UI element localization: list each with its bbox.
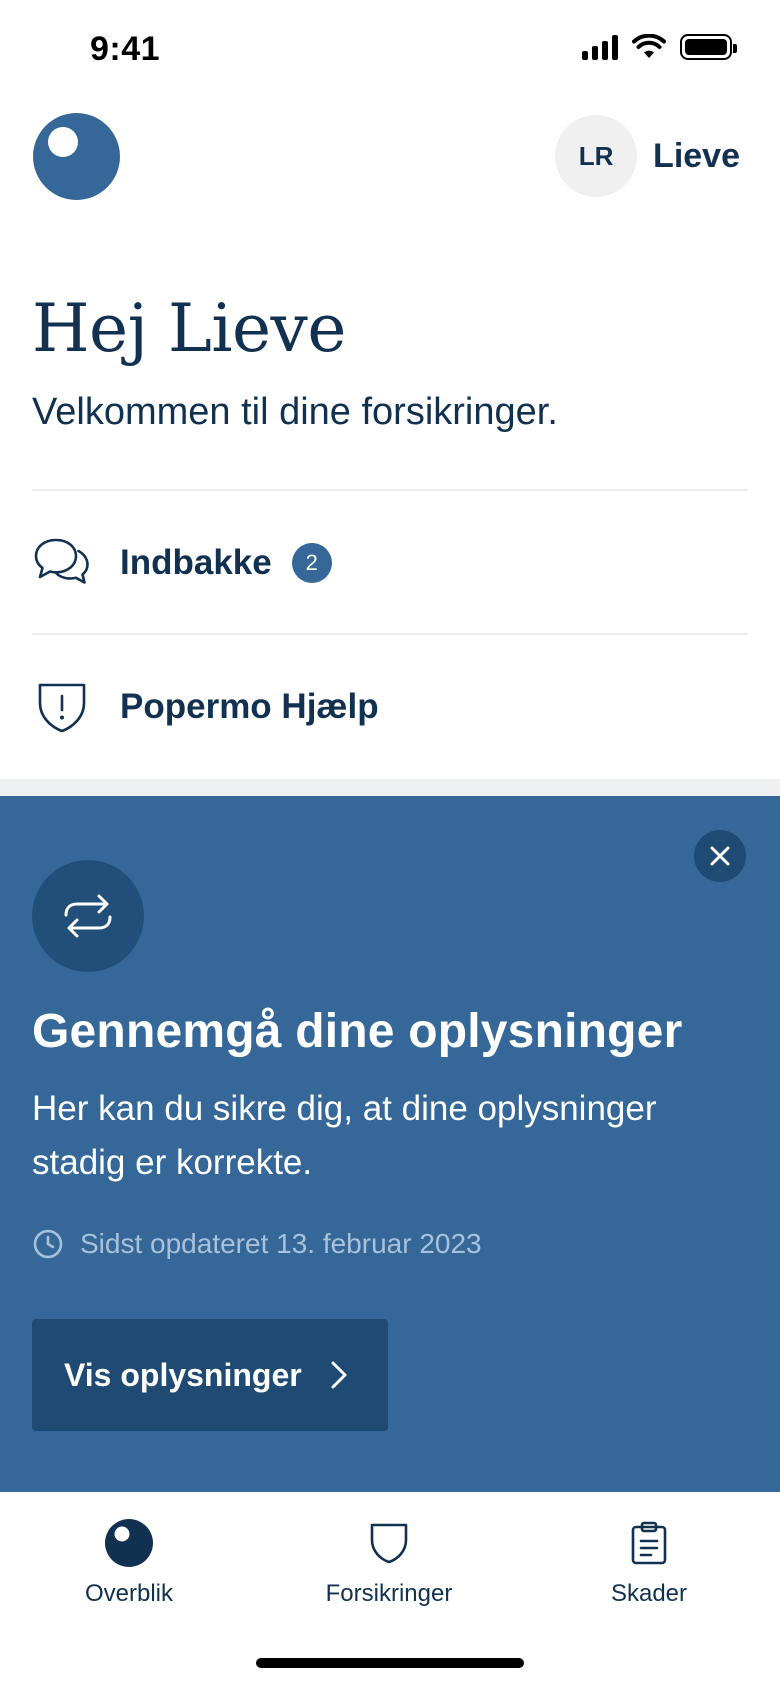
unread-count-badge: 2 [291,543,332,583]
avatar: LR [555,115,638,197]
show-info-button-label: Vis oplysninger [64,1356,302,1393]
card-description: Her kan du sikre dig, at dine oplysninge… [32,1089,657,1182]
close-icon [710,846,730,866]
profile-button[interactable]: LR Lieve [555,115,740,197]
divider [32,489,748,491]
status-icons [582,34,737,60]
home-indicator [256,1658,524,1668]
menu-item-help[interactable]: Popermo Hjælp [32,637,748,777]
menu-item-inbox[interactable]: Indbakke 2 [32,493,748,633]
cellular-signal-icon [582,34,618,60]
welcome-subtitle: Velkommen til dine forsikringer. [32,391,558,433]
chat-bubbles-icon [32,533,92,593]
app-logo [33,113,120,200]
shield-icon [362,1516,416,1570]
menu-item-label: Indbakke [120,543,272,582]
page-title: Hej Lieve [32,290,346,367]
profile-name: Lieve [653,136,740,175]
last-updated-text: Sidst opdateret 13. februar 2023 [80,1228,482,1259]
clipboard-icon [622,1516,676,1570]
tab-insurances[interactable]: Forsikringer [289,1516,489,1608]
battery-icon [680,34,737,60]
tab-overview[interactable]: Overblik [29,1516,229,1608]
divider [32,633,748,635]
shield-alert-icon [32,677,92,737]
chevron-right-icon [331,1361,347,1389]
tab-claims[interactable]: Skader [549,1516,749,1608]
status-bar: 9:41 [0,0,780,100]
show-info-button[interactable]: Vis oplysninger [32,1319,388,1431]
card-title: Gennemgå dine oplysninger [32,1005,683,1058]
clock-icon [33,1229,63,1259]
review-info-card: Gennemgå dine oplysninger Her kan du sik… [0,796,780,1492]
last-updated: Sidst opdateret 13. februar 2023 [32,1228,482,1260]
close-button[interactable] [694,830,746,882]
overview-logo-icon [102,1516,156,1570]
tab-label: Skader [610,1580,688,1607]
status-time: 9:41 [90,30,161,68]
menu-item-label: Popermo Hjælp [120,687,379,726]
tab-label: Forsikringer [325,1580,453,1607]
section-separator [0,779,780,796]
refresh-icon [32,860,144,972]
wifi-icon [632,34,666,58]
tab-label: Overblik [84,1580,174,1607]
